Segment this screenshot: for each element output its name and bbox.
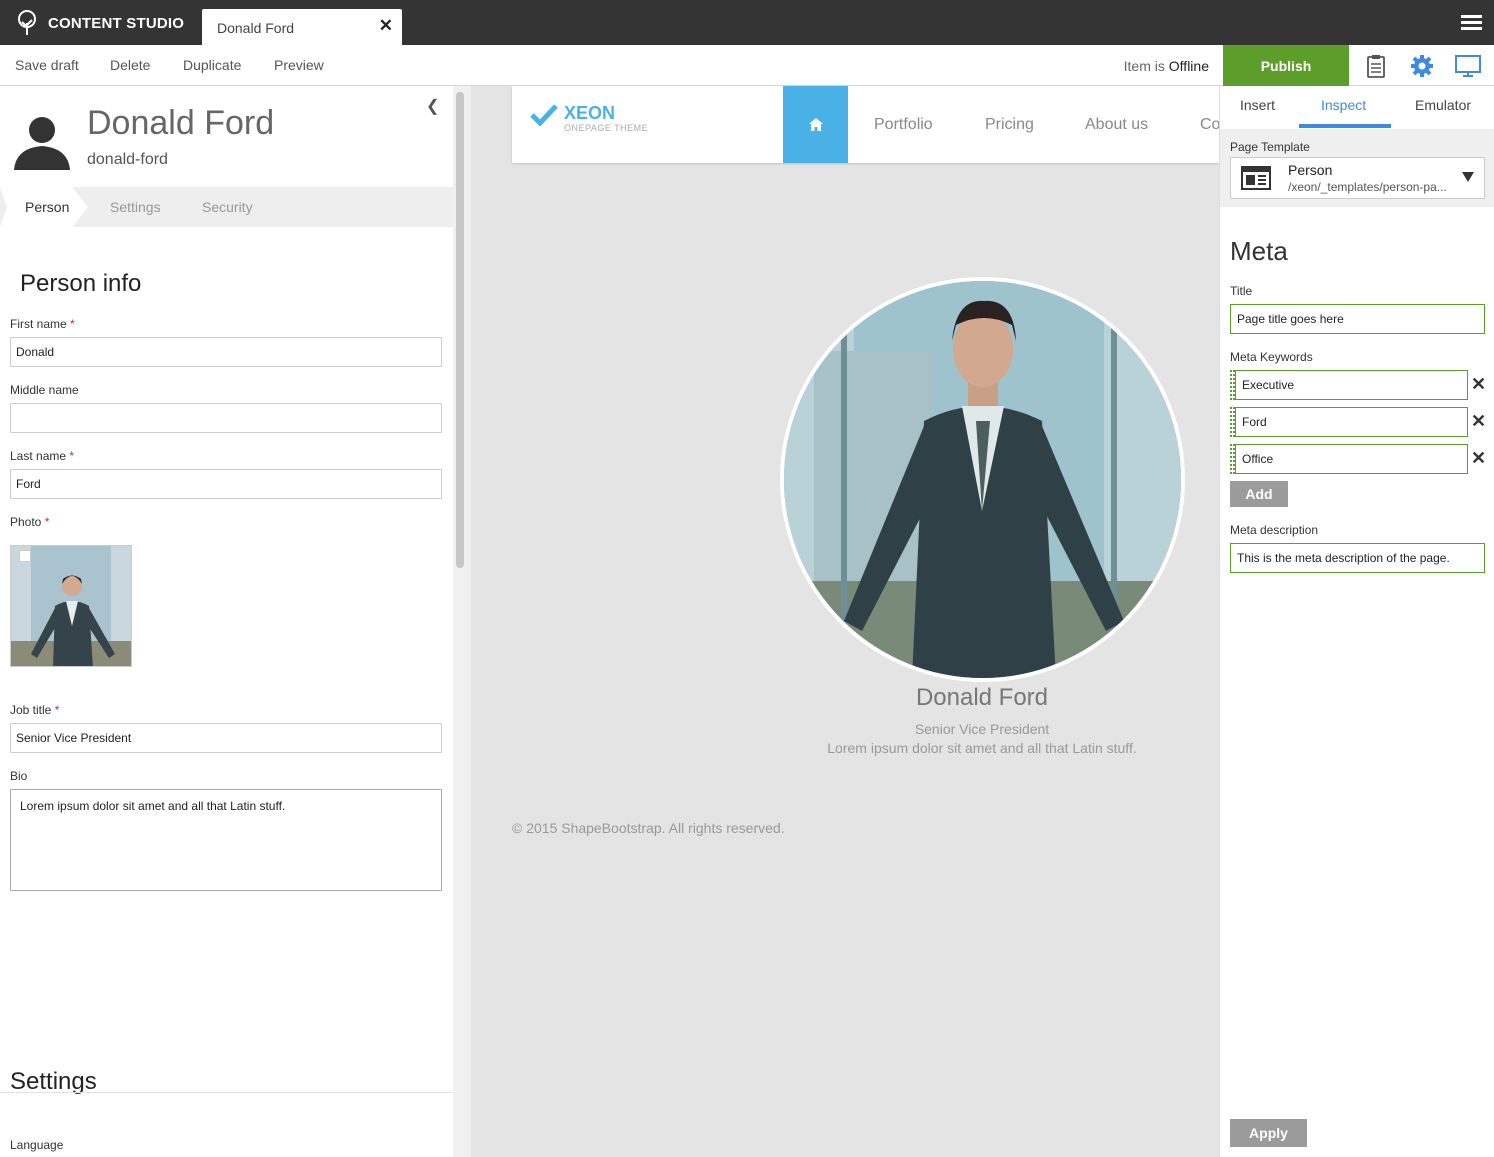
- content-path[interactable]: donald-ford: [87, 151, 168, 169]
- delete-button[interactable]: Delete: [110, 57, 150, 73]
- site-nav-pricing[interactable]: Pricing: [985, 116, 1034, 134]
- meta-title-label: Title: [1230, 284, 1253, 298]
- site-nav-portfolio[interactable]: Portfolio: [874, 116, 933, 134]
- clipboard-icon[interactable]: [1363, 53, 1389, 79]
- bio-textarea[interactable]: Lorem ipsum dolor sit amet and all that …: [10, 789, 442, 891]
- person-photo: [11, 546, 131, 666]
- remove-keyword-icon[interactable]: ✕: [1471, 411, 1486, 432]
- scrollbar-thumb[interactable]: [456, 92, 464, 568]
- language-label: Language: [10, 1138, 64, 1152]
- page-template-label: Page Template: [1230, 140, 1310, 154]
- settings-divider: [0, 1092, 453, 1093]
- meta-title-input[interactable]: [1230, 304, 1485, 334]
- last-name-label: Last name *: [10, 449, 75, 463]
- home-icon: [808, 118, 823, 131]
- meta-description-label: Meta description: [1230, 523, 1319, 537]
- active-tab-indicator: [1299, 124, 1391, 128]
- display-name[interactable]: Donald Ford: [87, 104, 274, 143]
- page-template-dropdown[interactable]: Person /xeon/_templates/person-pa...: [1230, 157, 1485, 199]
- publish-status: Item is Offline: [1123, 58, 1209, 74]
- remove-keyword-icon[interactable]: ✕: [1471, 448, 1486, 469]
- site-nav-home[interactable]: [783, 86, 848, 163]
- gear-icon[interactable]: [1409, 53, 1435, 79]
- context-panel-tabs: Insert Inspect Emulator: [1220, 86, 1494, 129]
- site-logo-name: XEON: [564, 103, 616, 123]
- section-title-person-info: Person info: [20, 270, 142, 297]
- publish-button[interactable]: Publish: [1223, 45, 1349, 86]
- preview-person-bio: Lorem ipsum dolor sit amet and all that …: [827, 740, 1137, 756]
- meta-heading: Meta: [1230, 236, 1288, 266]
- tree-logo-icon: [18, 10, 36, 35]
- page-preview: XEON ONEPAGE THEME Portfolio Pricing Abo…: [471, 86, 1219, 1157]
- preview-button[interactable]: Preview: [274, 57, 324, 73]
- bio-label: Bio: [10, 769, 28, 783]
- person-portrait: [780, 277, 1185, 682]
- site-logo[interactable]: XEON ONEPAGE THEME: [530, 103, 648, 133]
- page-template-section: Page Template Person /xeon/_templates/pe…: [1220, 129, 1494, 207]
- tab-security[interactable]: Security: [202, 199, 253, 215]
- photo-select-checkbox[interactable]: [19, 550, 31, 562]
- preview-footer: © 2015 ShapeBootstrap. All rights reserv…: [512, 820, 785, 836]
- app-logo[interactable]: CONTENT STUDIO: [14, 9, 184, 37]
- middle-name-input[interactable]: [10, 403, 442, 433]
- meta-keywords-label: Meta Keywords: [1230, 350, 1313, 364]
- photo-label: Photo *: [10, 515, 50, 529]
- last-name-input[interactable]: [10, 469, 442, 499]
- apply-button[interactable]: Apply: [1230, 1119, 1307, 1147]
- close-icon[interactable]: ✕: [379, 16, 393, 36]
- site-nav-about[interactable]: About us: [1085, 116, 1148, 134]
- chevron-left-icon[interactable]: ❮: [426, 96, 439, 116]
- menu-icon[interactable]: [1461, 15, 1482, 31]
- keyword-row: ✕: [1230, 444, 1494, 474]
- person-portrait-image: [784, 281, 1181, 678]
- tab-insert[interactable]: Insert: [1240, 97, 1275, 113]
- first-name-input[interactable]: [10, 337, 442, 367]
- duplicate-button[interactable]: Duplicate: [183, 57, 241, 73]
- add-keyword-button[interactable]: Add: [1230, 481, 1288, 507]
- meta-description-input[interactable]: [1230, 543, 1485, 573]
- tab-person[interactable]: Person: [25, 199, 69, 215]
- keyword-input[interactable]: [1235, 444, 1468, 474]
- toolbar: Save draft Delete Duplicate Preview Item…: [0, 45, 1494, 86]
- site-nav-contact[interactable]: Co: [1200, 116, 1219, 134]
- remove-keyword-icon[interactable]: ✕: [1471, 374, 1486, 395]
- inspect-panel: Insert Inspect Emulator Page Template Pe…: [1219, 86, 1494, 1157]
- content-tab[interactable]: Donald Ford ✕: [202, 9, 402, 45]
- tab-emulator[interactable]: Emulator: [1415, 97, 1471, 113]
- template-icon: [1241, 166, 1271, 190]
- tab-inspect[interactable]: Inspect: [1321, 97, 1366, 113]
- keyword-input[interactable]: [1235, 370, 1468, 400]
- content-wizard-panel: Donald Ford donald-ford ❮ Person Setting…: [0, 86, 453, 1157]
- photo-thumbnail[interactable]: [10, 545, 132, 667]
- tab-settings[interactable]: Settings: [110, 199, 161, 215]
- preview-person-name: Donald Ford: [915, 684, 1049, 711]
- content-tab-label: Donald Ford: [217, 20, 295, 36]
- save-draft-button[interactable]: Save draft: [15, 57, 79, 73]
- keyword-input[interactable]: [1235, 407, 1468, 437]
- app-name: CONTENT STUDIO: [48, 14, 185, 32]
- checkmark-icon: [530, 104, 558, 127]
- wizard-step-tabs: Person Settings Security: [0, 187, 453, 227]
- site-logo-tagline: ONEPAGE THEME: [564, 123, 649, 133]
- keyword-row: ✕: [1230, 407, 1494, 437]
- middle-name-label: Middle name: [10, 383, 79, 397]
- template-path: /xeon/_templates/person-pa...: [1288, 180, 1447, 194]
- caret-down-icon: [1462, 172, 1474, 182]
- site-navbar: XEON ONEPAGE THEME Portfolio Pricing Abo…: [512, 86, 1219, 163]
- app-bar: CONTENT STUDIO Donald Ford ✕: [0, 0, 1494, 45]
- user-avatar-icon: [14, 117, 70, 170]
- keyword-row: ✕: [1230, 370, 1494, 400]
- preview-person-title: Senior Vice President: [914, 721, 1050, 737]
- job-title-label: Job title *: [10, 703, 60, 717]
- template-name: Person: [1288, 162, 1333, 178]
- monitor-icon[interactable]: [1455, 53, 1481, 79]
- first-name-label: First name *: [10, 317, 75, 331]
- job-title-input[interactable]: [10, 723, 442, 753]
